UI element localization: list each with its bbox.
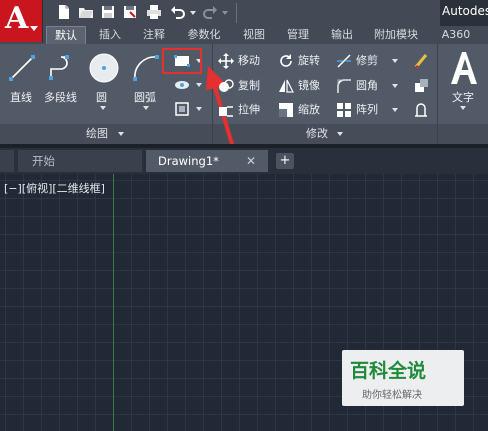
application-menu-button[interactable]: A [0,0,43,42]
copy-icon[interactable] [218,78,234,94]
tab-addins[interactable]: 附加模块 [366,26,426,44]
move-command[interactable]: 移动 [238,51,260,71]
panel-divider [437,44,438,144]
app-logo-letter: A [5,1,29,36]
line-tool-icon[interactable] [8,54,36,82]
redo-dropdown-icon[interactable] [222,11,228,15]
open-folder-icon[interactable] [78,4,94,20]
tab-output[interactable]: 输出 [324,26,360,44]
boundary-tool-icon[interactable] [174,101,190,117]
text-tool-icon[interactable] [449,50,479,86]
array-command[interactable]: 阵列 [356,100,378,120]
offset-icon[interactable] [413,102,429,118]
doc-tab-start[interactable]: 开始 [18,150,142,172]
erase-icon[interactable] [413,53,429,69]
circle-tool-label[interactable]: 圆 [96,89,107,105]
save-icon[interactable] [100,4,116,20]
watermark-subtitle: 助你轻松解决 [362,390,422,401]
array-icon[interactable] [336,102,352,118]
mirror-icon[interactable] [278,78,294,94]
trim-icon[interactable] [336,53,352,69]
fillet-command[interactable]: 圆角 [356,76,378,96]
text-tool-label[interactable]: 文字 [452,89,474,105]
polyline-tool-label[interactable]: 多段线 [44,89,77,105]
stretch-icon[interactable] [218,102,234,118]
arc-tool-icon[interactable] [132,54,160,82]
toolbar-divider [236,3,237,23]
line-tool-label[interactable]: 直线 [10,89,32,105]
tab-parametric[interactable]: 参数化 [180,26,228,44]
text-dropdown-icon[interactable] [460,106,466,110]
move-icon[interactable] [218,53,234,69]
tab-annotate[interactable]: 注释 [136,26,172,44]
tab-a360[interactable]: A360 [436,26,476,44]
undo-icon[interactable] [170,4,186,20]
tab-view[interactable]: 视图 [236,26,272,44]
viewport-controls[interactable]: [−][俯视][二维线框] [4,180,105,196]
redo-icon[interactable] [202,4,218,20]
tab-insert[interactable]: 插入 [92,26,128,44]
tab-home[interactable]: 默认 [46,26,86,44]
new-tab-button[interactable]: + [276,153,294,169]
copy-command[interactable]: 复制 [238,76,260,96]
title-bar [0,0,488,26]
new-file-icon[interactable] [56,4,72,20]
undo-dropdown-icon[interactable] [190,11,196,15]
draw-panel-expand-icon[interactable] [118,132,124,136]
close-tab-icon[interactable]: ✕ [246,150,258,172]
trim-dropdown-icon[interactable] [392,59,398,63]
ucs-y-axis [113,174,114,431]
rotate-command[interactable]: 旋转 [298,51,320,71]
explode-icon[interactable] [413,78,429,94]
watermark-title: 百科全说 [350,360,427,382]
mirror-command[interactable]: 镜像 [298,76,320,96]
hatch-tool-icon[interactable] [174,77,190,93]
circle-dropdown-icon[interactable] [100,106,106,110]
window-title: Autodes [442,4,488,18]
rotate-icon[interactable] [278,53,294,69]
fillet-icon[interactable] [336,78,352,94]
arc-tool-label[interactable]: 圆弧 [134,89,156,105]
doc-tab-menu[interactable] [0,150,14,172]
modify-panel-label[interactable]: 修改 [306,124,328,144]
draw-panel-label[interactable]: 绘图 [86,124,108,144]
stretch-command[interactable]: 拉伸 [238,100,260,120]
modify-panel-expand-icon[interactable] [337,132,343,136]
trim-command[interactable]: 修剪 [356,51,378,71]
array-dropdown-icon[interactable] [392,108,398,112]
print-icon[interactable] [146,4,162,20]
highlight-annotation [162,48,202,74]
polyline-tool-icon[interactable] [48,54,76,82]
scale-command[interactable]: 缩放 [298,100,320,120]
circle-tool-icon[interactable] [88,52,120,84]
arc-dropdown-icon[interactable] [143,106,149,110]
tab-manage[interactable]: 管理 [280,26,316,44]
scale-icon[interactable] [278,102,294,118]
save-as-icon[interactable] [122,4,138,20]
chevron-down-icon [30,26,38,31]
fillet-dropdown-icon[interactable] [392,84,398,88]
